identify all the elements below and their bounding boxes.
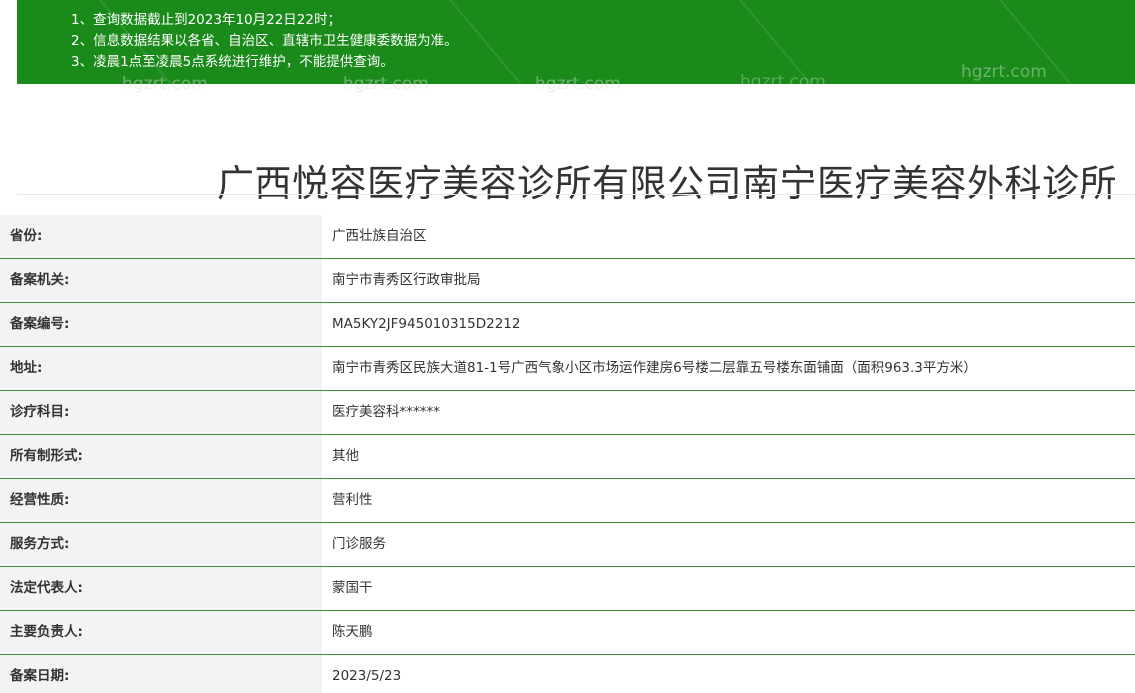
info-table: 省份: 广西壮族自治区 备案机关: 南宁市青秀区行政审批局 备案编号: MA5K… bbox=[0, 215, 1135, 693]
notice-line-3: 3、凌晨1点至凌晨5点系统进行维护，不能提供查询。 bbox=[71, 54, 394, 70]
row-label: 备案日期: bbox=[10, 668, 70, 684]
row-value: 蒙国干 bbox=[322, 567, 1135, 610]
row-value: 南宁市青秀区行政审批局 bbox=[322, 259, 1135, 302]
row-label: 主要负责人: bbox=[10, 624, 83, 640]
row-label: 法定代表人: bbox=[10, 580, 83, 596]
table-row: 备案机关: 南宁市青秀区行政审批局 bbox=[0, 259, 1135, 303]
row-value: 营利性 bbox=[322, 479, 1135, 522]
row-label: 诊疗科目: bbox=[10, 404, 70, 420]
table-row: 诊疗科目: 医疗美容科****** bbox=[0, 391, 1135, 435]
watermark: hgzrt.com bbox=[535, 74, 621, 94]
row-label: 省份: bbox=[10, 228, 43, 244]
watermark: hgzrt.com bbox=[961, 62, 1047, 82]
table-row: 法定代表人: 蒙国干 bbox=[0, 567, 1135, 611]
notice-line-2: 2、信息数据结果以各省、自治区、直辖市卫生健康委数据为准。 bbox=[71, 33, 458, 49]
watermark: hgzrt.com bbox=[740, 72, 826, 92]
row-label: 经营性质: bbox=[10, 492, 70, 508]
title-divider bbox=[17, 194, 1135, 195]
watermark: hgzrt.com bbox=[343, 74, 429, 94]
page: 1、查询数据截止到2023年10月22日22时； 2、信息数据结果以各省、自治区… bbox=[0, 0, 1135, 693]
table-row: 备案编号: MA5KY2JF945010315D2212 bbox=[0, 303, 1135, 347]
row-label: 所有制形式: bbox=[10, 448, 83, 464]
watermark: hgzrt.com bbox=[122, 74, 208, 94]
table-row: 备案日期: 2023/5/23 bbox=[0, 655, 1135, 693]
row-label: 地址: bbox=[10, 360, 43, 376]
row-label: 服务方式: bbox=[10, 536, 70, 552]
row-label: 备案编号: bbox=[10, 316, 70, 332]
table-row: 服务方式: 门诊服务 bbox=[0, 523, 1135, 567]
row-value: 陈天鹏 bbox=[322, 611, 1135, 654]
row-value: 医疗美容科****** bbox=[322, 391, 1135, 434]
table-row: 省份: 广西壮族自治区 bbox=[0, 215, 1135, 259]
table-row: 地址: 南宁市青秀区民族大道81-1号广西气象小区市场运作建房6号楼二层靠五号楼… bbox=[0, 347, 1135, 391]
row-value: 2023/5/23 bbox=[322, 655, 1135, 693]
table-row: 所有制形式: 其他 bbox=[0, 435, 1135, 479]
table-row: 主要负责人: 陈天鹏 bbox=[0, 611, 1135, 655]
row-value: 门诊服务 bbox=[322, 523, 1135, 566]
table-row: 经营性质: 营利性 bbox=[0, 479, 1135, 523]
row-value: 南宁市青秀区民族大道81-1号广西气象小区市场运作建房6号楼二层靠五号楼东面铺面… bbox=[322, 347, 1135, 390]
row-value: 其他 bbox=[322, 435, 1135, 478]
row-value: 广西壮族自治区 bbox=[322, 215, 1135, 258]
row-label: 备案机关: bbox=[10, 272, 70, 288]
row-value: MA5KY2JF945010315D2212 bbox=[322, 303, 1135, 346]
notice-line-1: 1、查询数据截止到2023年10月22日22时； bbox=[71, 12, 341, 28]
page-title: 广西悦容医疗美容诊所有限公司南宁医疗美容外科诊所 bbox=[217, 161, 1117, 205]
